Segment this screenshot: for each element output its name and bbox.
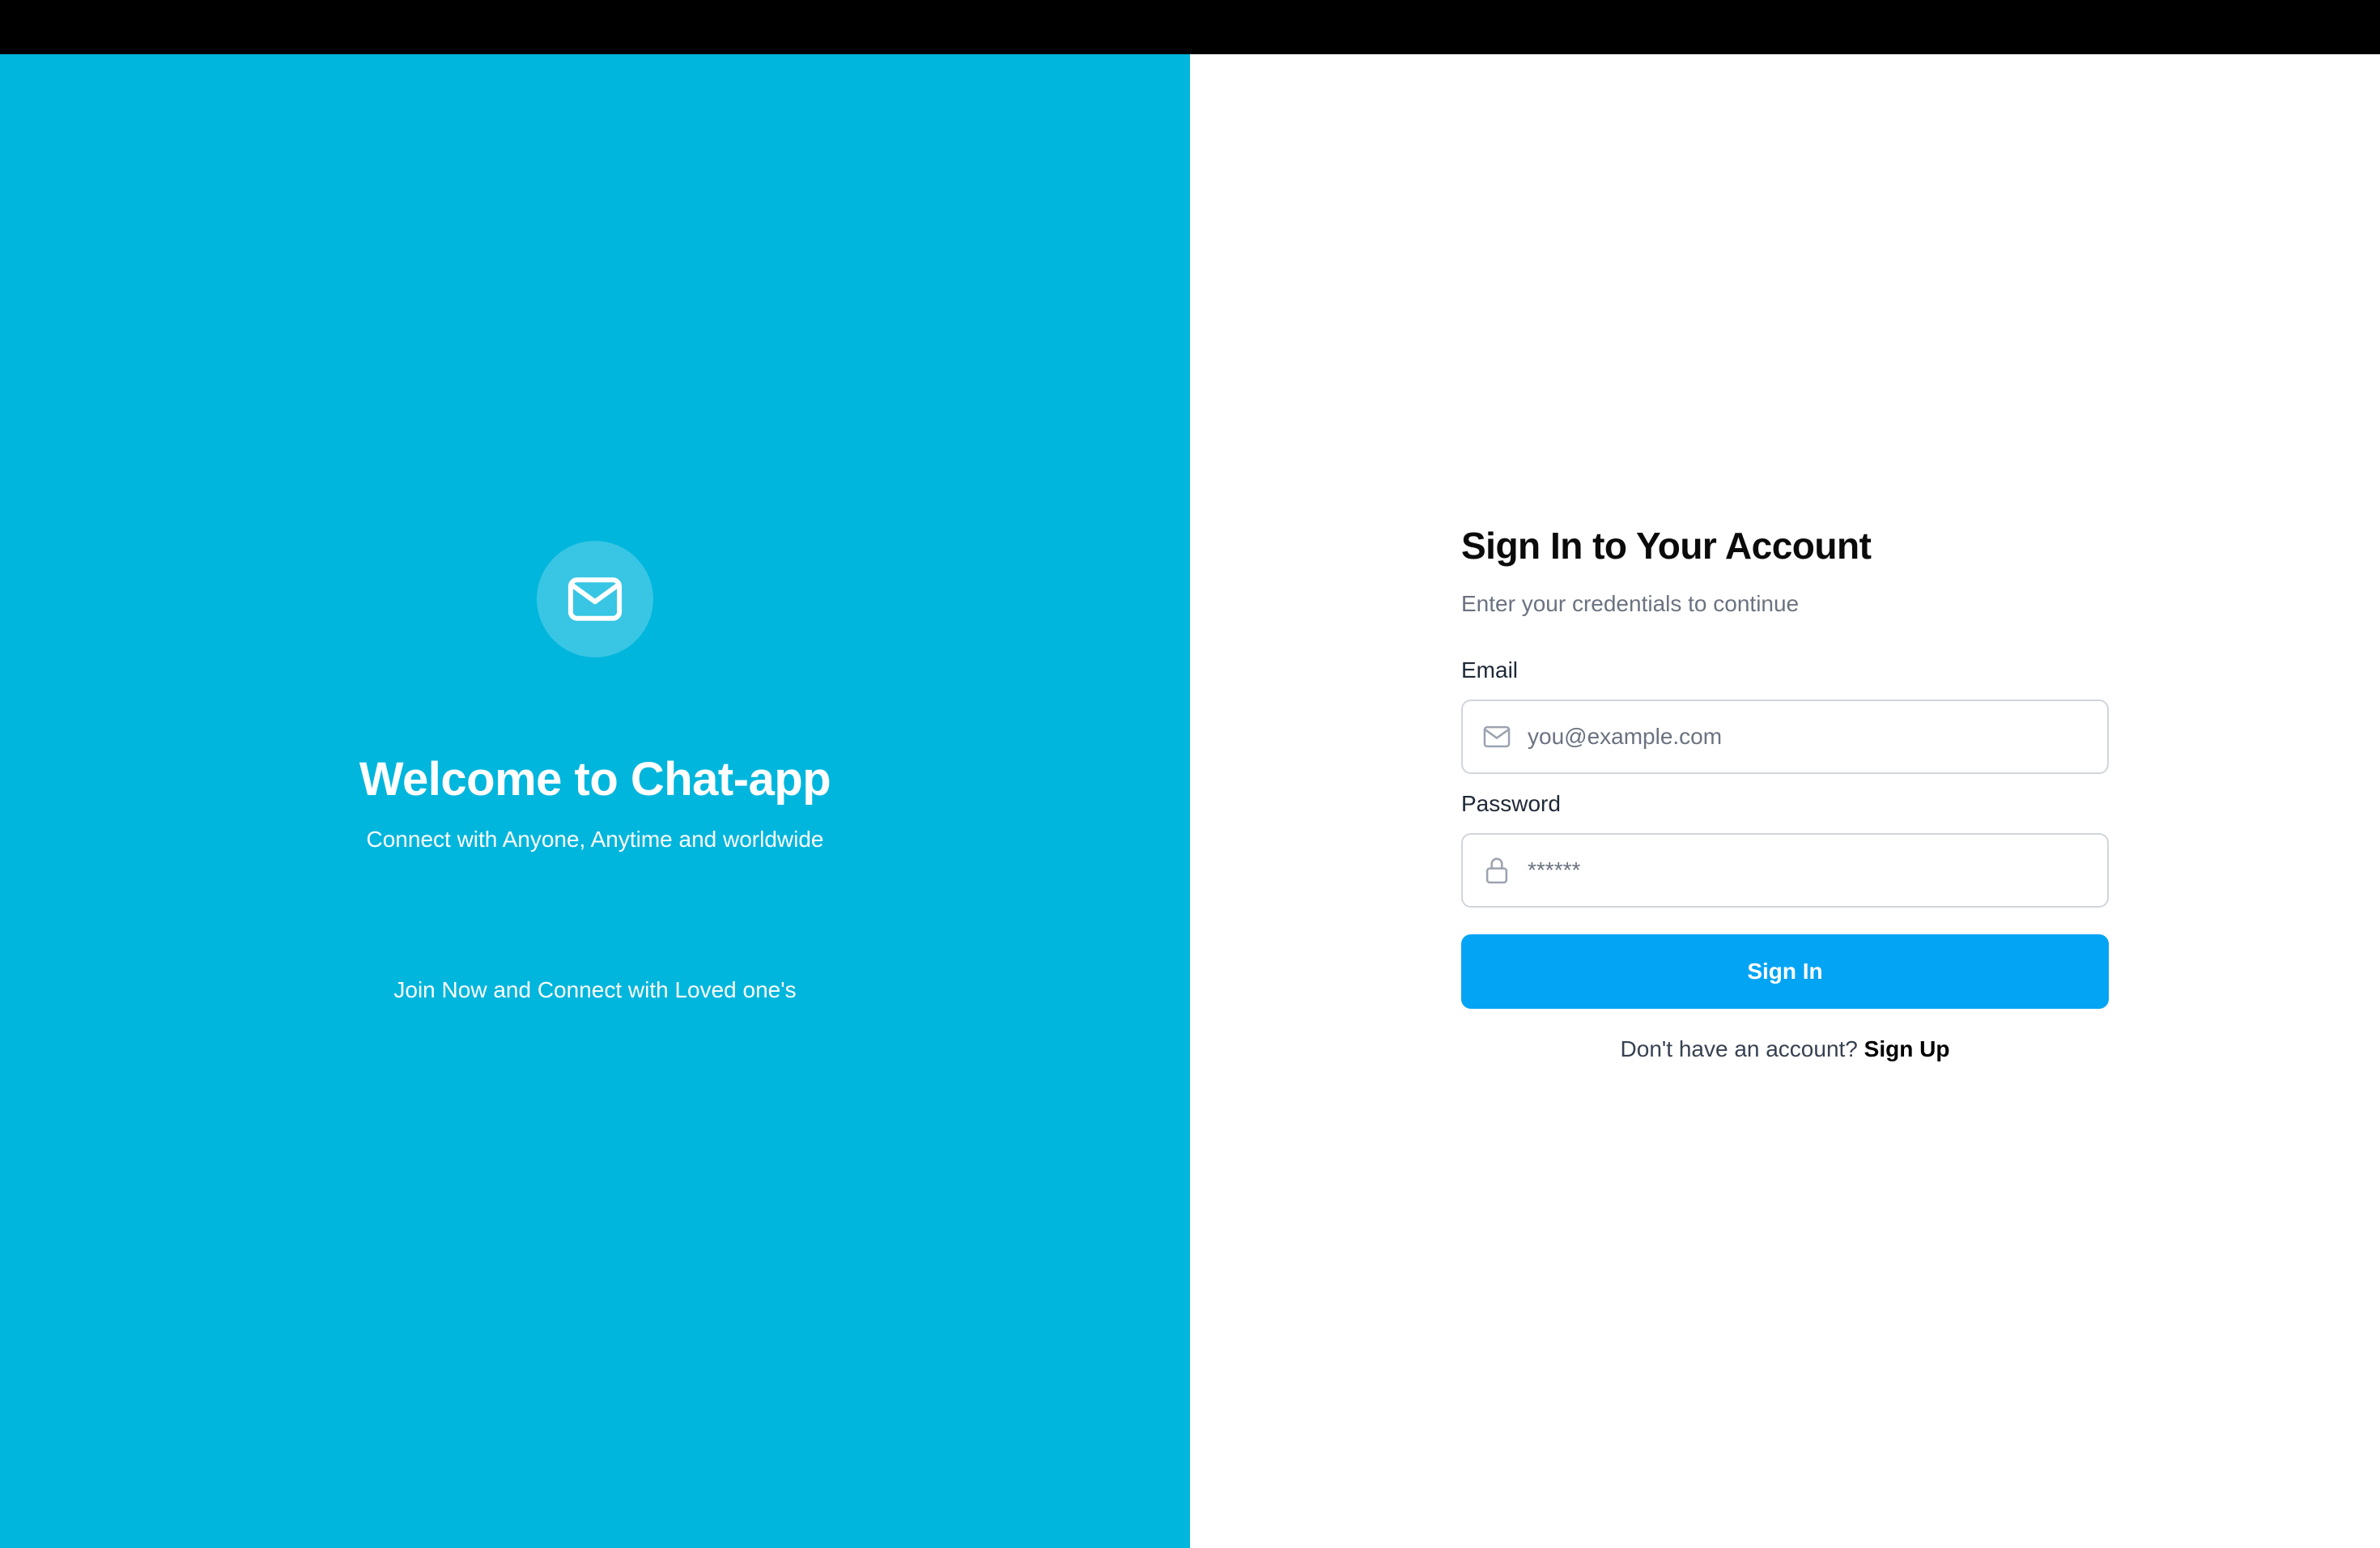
sign-in-form: Sign In to Your Account Enter your crede… bbox=[1461, 518, 2109, 1065]
welcome-subtitle: Connect with Anyone, Anytime and worldwi… bbox=[366, 827, 824, 852]
password-label: Password bbox=[1461, 791, 1561, 816]
email-field-wrapper[interactable] bbox=[1461, 700, 2109, 774]
welcome-title: Welcome to Chat-app bbox=[359, 753, 831, 806]
signup-row: Don't have an account? Sign Up bbox=[1461, 1033, 2109, 1065]
email-label: Email bbox=[1461, 657, 1519, 683]
form-subtitle: Enter your credentials to continue bbox=[1461, 591, 1800, 616]
password-field-wrapper[interactable] bbox=[1461, 833, 2109, 908]
email-input[interactable] bbox=[1463, 701, 2107, 772]
sign-in-button[interactable]: Sign In bbox=[1461, 934, 2109, 1009]
lock-icon bbox=[1481, 854, 1513, 887]
mail-icon bbox=[1481, 721, 1513, 753]
browser-top-bar bbox=[0, 0, 2380, 54]
sign-up-link[interactable]: Sign Up bbox=[1864, 1036, 1950, 1061]
form-title: Sign In to Your Account bbox=[1461, 525, 1872, 567]
join-tagline: Join Now and Connect with Loved one's bbox=[393, 977, 797, 1002]
password-input[interactable] bbox=[1463, 835, 2107, 906]
app-logo bbox=[537, 541, 653, 657]
mail-icon bbox=[567, 577, 623, 621]
signup-prompt: Don't have an account? bbox=[1620, 1036, 1858, 1061]
